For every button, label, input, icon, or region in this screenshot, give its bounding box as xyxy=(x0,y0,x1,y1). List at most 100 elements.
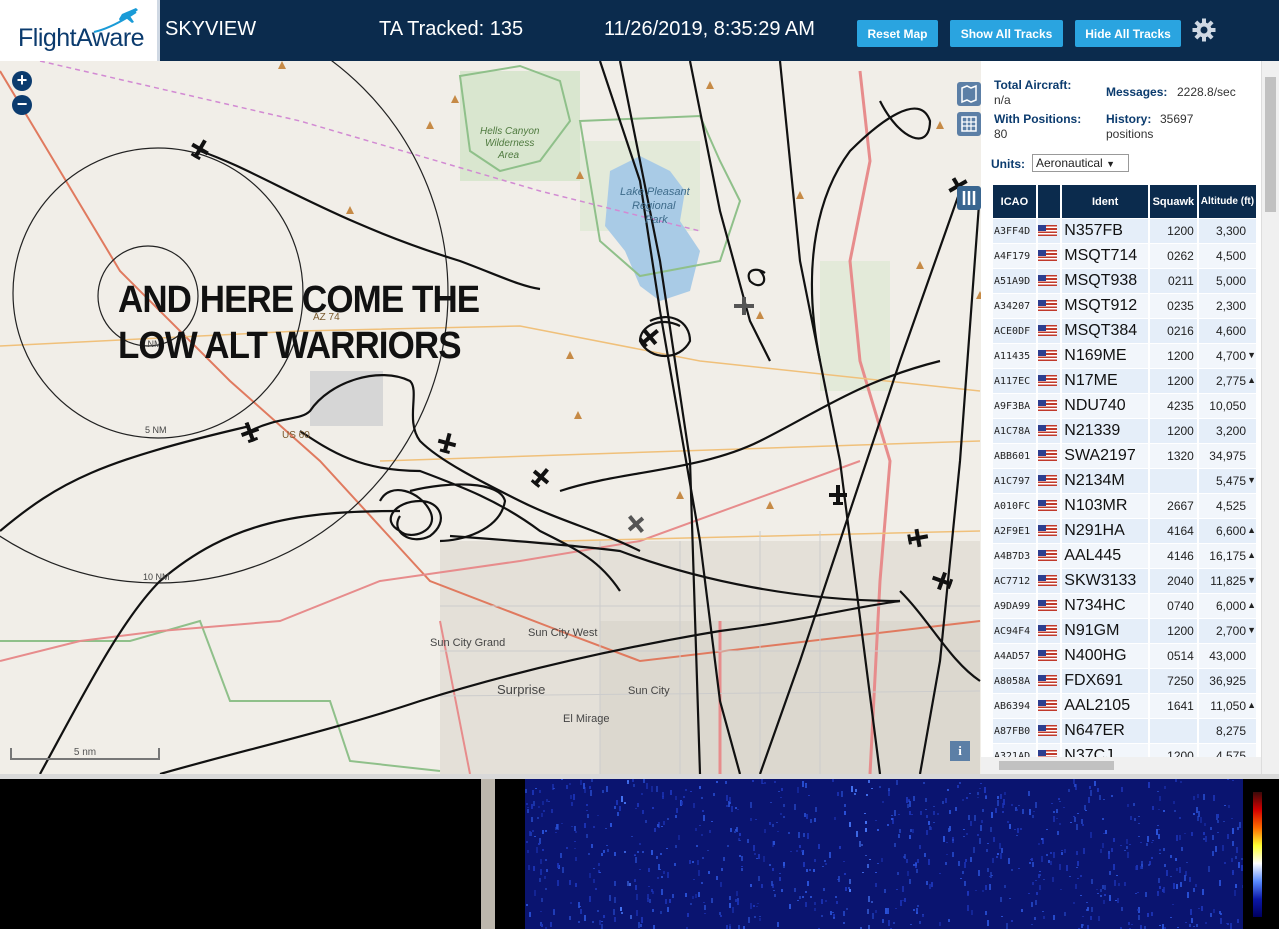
history-unit: positions xyxy=(1106,127,1154,141)
flag-us-icon xyxy=(1037,350,1057,362)
altitude-value: 34,975 xyxy=(1209,449,1246,463)
altitude-value: 2,775 xyxy=(1215,374,1246,388)
table-row[interactable]: AC94F4 N91GM 1200 2,700 ▼ xyxy=(993,619,1256,644)
cell-altitude: 8,275 xyxy=(1198,719,1256,744)
cell-squawk: 0216 xyxy=(1149,319,1197,344)
column-header-icao[interactable]: ICAO xyxy=(993,185,1036,219)
cell-flag xyxy=(1037,344,1061,369)
zoom-out-icon[interactable]: − xyxy=(12,95,32,115)
scale-bar: 5 nm xyxy=(10,748,160,760)
cell-flag xyxy=(1037,569,1061,594)
table-row[interactable]: ABB601 SWA2197 1320 34,975 xyxy=(993,444,1256,469)
cell-squawk: 2667 xyxy=(1149,494,1197,519)
svg-text:Regional: Regional xyxy=(632,200,676,212)
table-row[interactable]: A4F179 MSQT714 0262 4,500 xyxy=(993,244,1256,269)
table-row[interactable]: A4AD57 N400HG 0514 43,000 xyxy=(993,644,1256,669)
total-aircraft-label: Total Aircraft: xyxy=(994,78,1072,92)
cell-icao: A11435 xyxy=(993,344,1036,369)
svg-text:Area: Area xyxy=(497,150,520,161)
column-header-squawk[interactable]: Squawk xyxy=(1149,185,1197,219)
table-row[interactable]: A51A9D MSQT938 0211 5,000 xyxy=(993,269,1256,294)
altitude-value: 43,000 xyxy=(1209,649,1246,663)
altitude-value: 3,200 xyxy=(1215,424,1246,438)
waterfall-colorbar xyxy=(1253,792,1262,917)
table-row[interactable]: A8058A FDX691 7250 36,925 xyxy=(993,669,1256,694)
altitude-trend-icon: ▼ xyxy=(1247,475,1256,485)
altitude-trend-icon: ▼ xyxy=(1247,625,1256,635)
history-value: 35697 xyxy=(1160,112,1194,126)
cell-squawk: 0262 xyxy=(1149,244,1197,269)
cell-ident: SWA2197 xyxy=(1062,444,1148,469)
clock: 11/26/2019, 8:35:29 AM xyxy=(604,18,815,40)
gear-icon[interactable] xyxy=(1192,18,1216,42)
cell-altitude: 16,175 ▲ xyxy=(1198,544,1256,569)
cell-ident: NDU740 xyxy=(1062,394,1148,419)
table-row[interactable]: ACE0DF MSQT384 0216 4,600 xyxy=(993,319,1256,344)
scrollbar-thumb[interactable] xyxy=(1265,77,1276,212)
cell-flag xyxy=(1037,419,1061,444)
hide-all-tracks-button[interactable]: Hide All Tracks xyxy=(1075,20,1181,47)
zoom-in-icon[interactable]: + xyxy=(12,71,32,91)
table-horizontal-scrollbar[interactable] xyxy=(981,757,1261,774)
table-row[interactable]: A1C797 N2134M 5,475 ▼ xyxy=(993,469,1256,494)
svg-text:Surprise: Surprise xyxy=(497,682,545,697)
flightaware-logo[interactable]: FlightAware xyxy=(0,0,160,61)
top-header: FlightAware SKYVIEW TA Tracked: 135 11/2… xyxy=(0,0,1279,61)
flag-us-icon xyxy=(1037,550,1057,562)
flag-us-icon xyxy=(1037,575,1057,587)
chevron-down-icon: ▼ xyxy=(1106,159,1115,169)
flag-us-icon xyxy=(1037,625,1057,637)
column-header-altitude[interactable]: Altitude (ft) xyxy=(1198,185,1256,219)
flag-us-icon xyxy=(1037,650,1057,662)
info-icon[interactable]: i xyxy=(950,741,970,761)
cell-altitude: 34,975 xyxy=(1198,444,1256,469)
cell-ident: N21339 xyxy=(1062,419,1148,444)
column-header-ident[interactable]: Ident xyxy=(1062,185,1148,219)
table-row[interactable]: A11435 N169ME 1200 4,700 ▼ xyxy=(993,344,1256,369)
altitude-value: 4,700 xyxy=(1215,349,1246,363)
columns-icon[interactable] xyxy=(957,186,981,210)
column-header-flag[interactable] xyxy=(1037,185,1061,219)
cell-altitude: 43,000 xyxy=(1198,644,1256,669)
panel-splitter[interactable] xyxy=(481,779,495,929)
altitude-trend-icon: ▲ xyxy=(1247,700,1256,710)
table-row[interactable]: A117EC N17ME 1200 2,775 ▲ xyxy=(993,369,1256,394)
table-row[interactable]: A9DA99 N734HC 0740 6,000 ▲ xyxy=(993,594,1256,619)
svg-text:Sun City West: Sun City West xyxy=(528,627,598,639)
table-row[interactable]: A34207 MSQT912 0235 2,300 xyxy=(993,294,1256,319)
sidebar-scrollbar[interactable] xyxy=(1261,61,1279,774)
cell-ident: N2134M xyxy=(1062,469,1148,494)
table-row[interactable]: A010FC N103MR 2667 4,525 xyxy=(993,494,1256,519)
cell-icao: A9DA99 xyxy=(993,594,1036,619)
cell-flag xyxy=(1037,219,1061,244)
tracked-count: TA Tracked: 135 xyxy=(379,18,524,40)
with-positions-value: 80 xyxy=(994,127,1008,141)
map-layer-icon[interactable] xyxy=(957,82,981,106)
show-all-tracks-button[interactable]: Show All Tracks xyxy=(950,20,1063,47)
table-row[interactable]: A9F3BA NDU740 4235 10,050 xyxy=(993,394,1256,419)
table-row[interactable]: AB6394 AAL2105 1641 11,050 ▲ xyxy=(993,694,1256,719)
altitude-trend-icon: ▲ xyxy=(1247,550,1256,560)
table-row[interactable]: AC7712 SKW3133 2040 11,825 ▼ xyxy=(993,569,1256,594)
cell-squawk: 0235 xyxy=(1149,294,1197,319)
table-row[interactable]: A87FB0 N647ER 8,275 xyxy=(993,719,1256,744)
cell-squawk: 4146 xyxy=(1149,544,1197,569)
units-select[interactable]: Aeronautical ▼ xyxy=(1032,154,1129,172)
cell-flag xyxy=(1037,394,1061,419)
cell-altitude: 11,825 ▼ xyxy=(1198,569,1256,594)
scrollbar-thumb[interactable] xyxy=(999,761,1114,770)
table-row[interactable]: A2F9E1 N291HA 4164 6,600 ▲ xyxy=(993,519,1256,544)
table-row[interactable]: A4B7D3 AAL445 4146 16,175 ▲ xyxy=(993,544,1256,569)
grid-icon[interactable] xyxy=(957,112,981,136)
altitude-value: 4,525 xyxy=(1215,499,1246,513)
cell-squawk: 1200 xyxy=(1149,369,1197,394)
cell-squawk: 1200 xyxy=(1149,619,1197,644)
reset-map-button[interactable]: Reset Map xyxy=(857,20,938,47)
annotation-line-1: AND HERE COME THE xyxy=(118,279,480,321)
cell-squawk: 1200 xyxy=(1149,419,1197,444)
table-row[interactable]: A3FF4D N357FB 1200 3,300 xyxy=(993,219,1256,244)
cell-icao: A3FF4D xyxy=(993,219,1036,244)
cell-squawk: 2040 xyxy=(1149,569,1197,594)
map-view[interactable]: Hells Canyon Wilderness Area Lake Pleasa… xyxy=(0,61,981,774)
table-row[interactable]: A1C78A N21339 1200 3,200 xyxy=(993,419,1256,444)
